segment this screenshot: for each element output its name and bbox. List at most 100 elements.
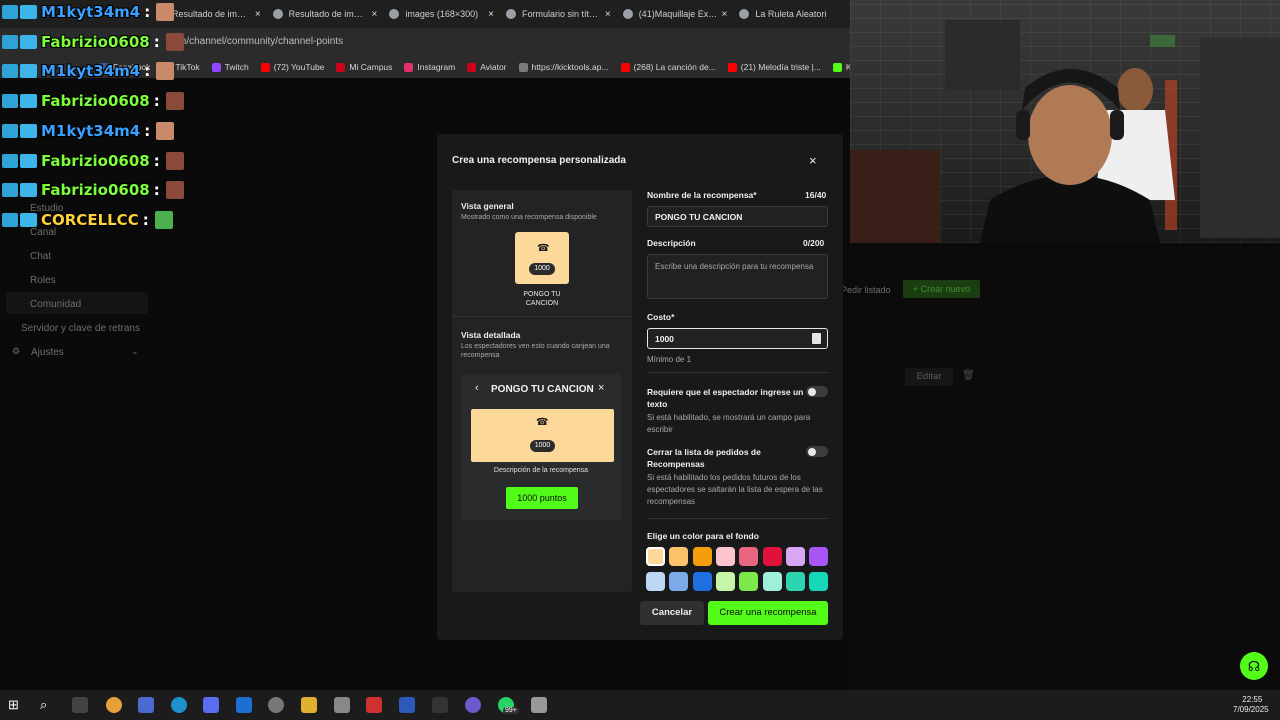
app-icon[interactable] [334, 697, 350, 713]
bookmark-label: (72) YouTube [273, 62, 325, 72]
clock[interactable]: 22:55 7/09/2025 [1233, 695, 1269, 715]
bookmark-item[interactable]: (72) YouTube [260, 62, 325, 72]
word-icon[interactable] [399, 697, 415, 713]
color-swatch[interactable] [785, 547, 805, 566]
app-red-icon[interactable] [366, 697, 382, 713]
task-view-icon[interactable] [72, 697, 88, 713]
discord-icon[interactable] [465, 697, 481, 713]
crear-nuevo-button[interactable]: + Crear nuevo [903, 280, 980, 298]
tab-favicon-icon [622, 9, 633, 19]
tab-title: La Ruleta Aleatori [755, 9, 827, 19]
url-text[interactable]: m/channel/community/channel-points [178, 36, 343, 47]
folder-icon[interactable] [301, 697, 317, 713]
description-textarea[interactable]: Escribe una descripción para tu recompen… [647, 254, 828, 299]
overview-heading: Vista general [461, 201, 514, 211]
chrome-icon[interactable] [106, 697, 122, 713]
outlook-icon[interactable] [236, 697, 252, 713]
bookmark-item[interactable]: Aviator [467, 62, 507, 72]
whatsapp-badge: 99+ [503, 707, 519, 714]
emote-icon [156, 3, 175, 21]
bookmark-item[interactable]: Twitch [211, 62, 249, 72]
color-swatch[interactable] [739, 572, 759, 591]
browser-tab[interactable]: images (168×300) × [383, 0, 500, 28]
badge-icon [2, 5, 18, 19]
name-label: Nombre de la recompensa* [647, 190, 757, 200]
color-swatch[interactable] [739, 547, 759, 566]
create-reward-button[interactable]: Crear una recompensa [708, 601, 828, 625]
color-swatch[interactable] [692, 547, 712, 566]
detailed-heading: Vista detallada [461, 330, 521, 340]
cost-input[interactable]: 1000 [647, 328, 828, 349]
name-counter: 16/40 [805, 190, 827, 200]
gear-icon: ⚙ [12, 346, 21, 356]
stepper-icon[interactable] [812, 333, 821, 344]
color-swatch[interactable] [785, 572, 805, 591]
poster-head [1117, 68, 1153, 112]
sidebar-item-roles[interactable]: Roles [30, 275, 56, 286]
badge-icon [2, 183, 18, 198]
chat-separator: : [153, 181, 160, 200]
bookmark-item[interactable]: https://kicktools.ap... [518, 62, 609, 72]
chat-username: M1kyt34m4 [41, 3, 141, 21]
cancel-button[interactable]: Cancelar [640, 601, 704, 625]
emote-icon [165, 32, 184, 51]
require-text-toggle[interactable] [806, 386, 828, 397]
tab-close-icon[interactable]: × [722, 9, 728, 20]
close-queue-hint: Si está habilitado los pedidos futuros d… [647, 473, 823, 506]
sidebar-item-chat[interactable]: Chat [30, 251, 51, 262]
browser-tab[interactable]: Resultado de imágen × [267, 0, 384, 28]
color-swatch[interactable] [809, 572, 829, 591]
support-chat-icon[interactable]: ☊ [1240, 652, 1268, 680]
color-swatch[interactable] [715, 572, 735, 591]
copilot-icon[interactable] [203, 697, 219, 713]
chat-separator: : [153, 92, 160, 111]
tab-close-icon[interactable]: × [605, 9, 611, 20]
color-swatch[interactable] [715, 547, 735, 566]
detailed-subtitle: Los espectadores ven esto cuando canjean… [461, 343, 610, 359]
chat-username: Fabrizio0608 [41, 151, 150, 170]
toggle-knob [808, 447, 816, 456]
pedir-listado-button[interactable]: Pedir listado [841, 285, 891, 295]
browser-tab[interactable]: (41)Maquillaje Exage × [617, 0, 734, 28]
bookmark-label: TikTok [175, 62, 200, 72]
bookmark-item[interactable]: Mi Campus [336, 62, 392, 72]
og-badge-icon [20, 153, 37, 168]
browser-tab[interactable]: Formulario sin título × [500, 0, 617, 28]
sidebar-item-comunidad[interactable]: Comunidad [30, 299, 81, 310]
close-icon[interactable]: × [809, 153, 817, 168]
sidebar-item-servidor[interactable]: Servidor y clave de retrans [21, 323, 140, 334]
color-swatch[interactable] [762, 547, 782, 566]
tab-close-icon[interactable]: × [372, 9, 378, 20]
close-queue-toggle[interactable] [806, 446, 828, 457]
sidebar-item-ajustes[interactable]: Ajustes [31, 347, 64, 358]
search-icon[interactable]: ⌕ [40, 697, 56, 713]
badge-icon [2, 34, 18, 49]
color-swatch[interactable] [646, 547, 665, 566]
color-swatch[interactable] [809, 547, 829, 566]
edge-icon[interactable] [171, 697, 187, 713]
color-swatch[interactable] [692, 572, 712, 591]
color-swatch[interactable] [646, 572, 665, 591]
browser-tab[interactable]: La Ruleta Aleatori [733, 0, 850, 28]
chat-username: CORCELLCC [41, 210, 139, 229]
bookmark-item[interactable]: (268) La canción de... [620, 62, 716, 72]
trash-icon[interactable]: 🗑 [962, 370, 975, 381]
color-swatch[interactable] [762, 572, 782, 591]
bookmark-item[interactable]: Instagram [404, 62, 455, 72]
tab-close-icon[interactable]: × [255, 9, 261, 20]
tab-close-icon[interactable]: × [488, 9, 494, 20]
windows-icon[interactable]: ⊞ [8, 697, 24, 713]
store-icon[interactable] [138, 697, 154, 713]
headphone-right [1110, 110, 1124, 140]
bookmark-item[interactable]: (21) Melodía triste |... [727, 62, 821, 72]
editar-button[interactable]: Editar [905, 368, 953, 386]
reward-name-input[interactable]: PONGO TU CANCION [647, 206, 828, 227]
capcut-icon[interactable] [432, 697, 448, 713]
obs-icon[interactable] [268, 697, 284, 713]
chat-message: M1kyt34m4: [2, 119, 175, 143]
bookmark-icon [260, 62, 270, 72]
color-swatch[interactable] [669, 547, 689, 566]
tab-title: (41)Maquillaje Exage [638, 9, 718, 19]
app-icon[interactable] [531, 697, 547, 713]
color-swatch[interactable] [669, 572, 689, 591]
